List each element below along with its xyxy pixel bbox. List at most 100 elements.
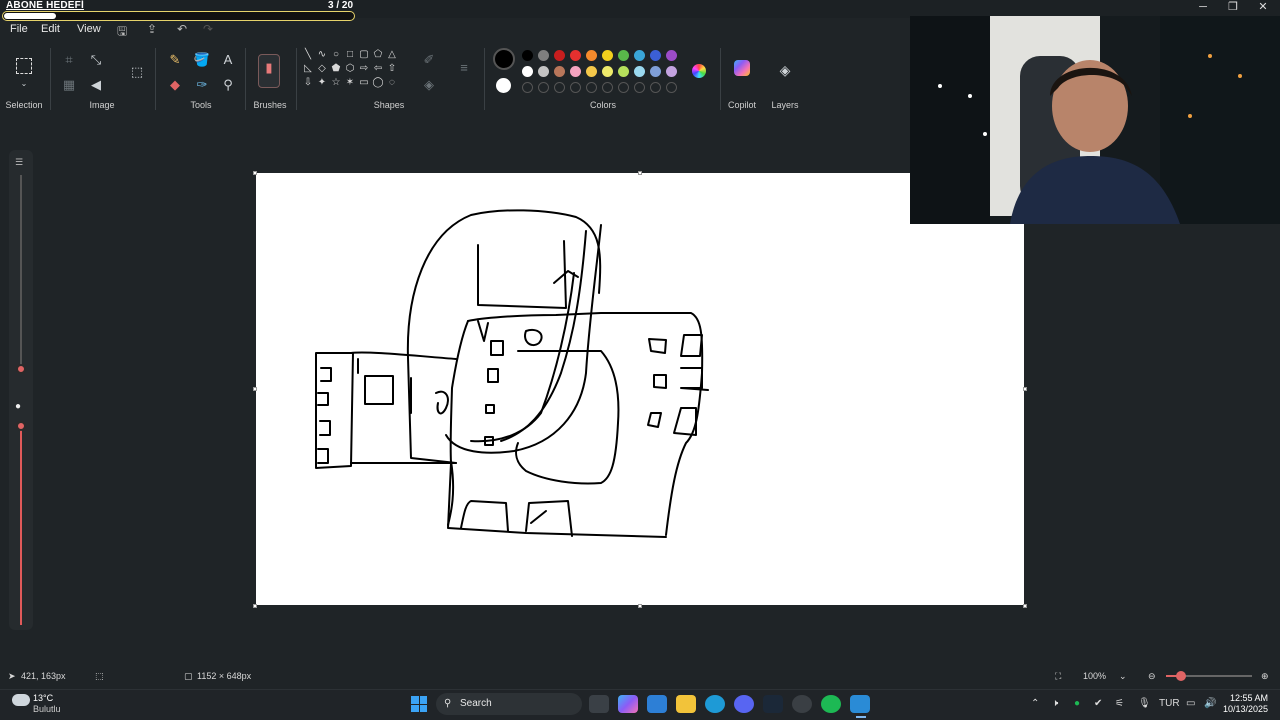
chevron-down-icon[interactable]: ⌄	[1119, 671, 1127, 682]
display-icon[interactable]: ▭	[1186, 698, 1195, 709]
opacity-slider-track[interactable]	[20, 425, 22, 625]
task-view-icon[interactable]	[589, 695, 609, 713]
polygon-shape-icon[interactable]: ⬠	[371, 49, 385, 60]
edge-icon[interactable]	[705, 695, 725, 713]
shape-fill-icon[interactable]: ◈	[420, 77, 438, 93]
secondary-color-swatch[interactable]	[496, 78, 511, 93]
canvas-handle[interactable]	[638, 171, 642, 175]
custom-color-slot[interactable]	[538, 82, 549, 93]
taskbar-search[interactable]	[436, 693, 582, 715]
oval-shape-icon[interactable]: ○	[329, 49, 343, 60]
color-swatch[interactable]	[570, 66, 581, 77]
clock-time[interactable]: 12:55 AM	[1228, 693, 1268, 703]
color-swatch[interactable]	[570, 50, 581, 61]
menu-file[interactable]: File	[10, 23, 28, 35]
color-swatch[interactable]	[538, 50, 549, 61]
outline-icon[interactable]: ✐	[420, 52, 438, 68]
weather-temp[interactable]: 13°C	[33, 693, 53, 703]
app-icon[interactable]	[792, 695, 812, 713]
line-shape-icon[interactable]: ╲	[301, 49, 315, 60]
zoom-out-icon[interactable]: ⊖	[1148, 671, 1156, 682]
close-button[interactable]: ✕	[1248, 0, 1278, 14]
spotify-tray-icon[interactable]: ●	[1074, 698, 1080, 709]
microphone-icon[interactable]: 🎙	[1138, 698, 1151, 709]
color-swatch[interactable]	[634, 66, 645, 77]
fit-window-icon[interactable]: ⛶	[1055, 671, 1061, 682]
color-swatch[interactable]	[586, 50, 597, 61]
canvas-handle[interactable]	[253, 171, 257, 175]
diamond-shape-icon[interactable]: ◇	[315, 63, 329, 74]
copilot-icon[interactable]	[734, 60, 750, 76]
custom-color-slot[interactable]	[650, 82, 661, 93]
color-swatch[interactable]	[522, 50, 533, 61]
color-swatch[interactable]	[538, 66, 549, 77]
size-slider-track[interactable]	[20, 175, 22, 370]
arrow-down-shape-icon[interactable]: ⇩	[301, 77, 315, 88]
speaker-icon[interactable]: 🕨	[1052, 698, 1058, 709]
chevron-down-icon[interactable]: ⌄	[15, 76, 33, 92]
custom-color-slot[interactable]	[634, 82, 645, 93]
callout-cloud-shape-icon[interactable]: ◌	[385, 77, 399, 88]
color-swatch[interactable]	[602, 66, 613, 77]
custom-color-slot[interactable]	[618, 82, 629, 93]
menu-edit[interactable]: Edit	[41, 23, 60, 35]
discord-icon[interactable]	[734, 695, 754, 713]
custom-color-slot[interactable]	[570, 82, 581, 93]
undo-icon[interactable]: ↶	[177, 22, 187, 36]
custom-color-slot[interactable]	[522, 82, 533, 93]
start-icon[interactable]	[411, 696, 427, 712]
paint-icon[interactable]	[850, 695, 870, 713]
custom-color-slot[interactable]	[666, 82, 677, 93]
color-swatch[interactable]	[586, 66, 597, 77]
custom-color-slot[interactable]	[602, 82, 613, 93]
maximize-button[interactable]: ❐	[1218, 0, 1248, 14]
rounded-rect-shape-icon[interactable]: ▢	[357, 49, 371, 60]
canvas-handle[interactable]	[638, 604, 642, 608]
arrow-up-shape-icon[interactable]: ⇧	[385, 63, 399, 74]
redo-icon[interactable]: ↷	[203, 22, 213, 36]
minimize-button[interactable]: ─	[1188, 0, 1218, 14]
callout-rect-shape-icon[interactable]: ▭	[357, 77, 371, 88]
zoom-level[interactable]: 100%	[1083, 671, 1106, 681]
fill-icon[interactable]: 🪣	[193, 52, 211, 68]
layers-icon[interactable]: ◈	[776, 62, 794, 78]
pentagon-shape-icon[interactable]: ⬟	[329, 63, 343, 74]
size-slider-thumb[interactable]	[16, 364, 26, 374]
color-swatch[interactable]	[554, 66, 565, 77]
color-swatch[interactable]	[602, 50, 613, 61]
check-icon[interactable]: ✔	[1094, 698, 1102, 709]
text-icon[interactable]: A	[219, 52, 237, 68]
star6-shape-icon[interactable]: ✶	[343, 77, 357, 88]
save-icon[interactable]: 🖫	[117, 22, 127, 43]
chevron-up-icon[interactable]: ⌃	[1031, 698, 1039, 709]
arrow-left-shape-icon[interactable]: ⇦	[371, 63, 385, 74]
hexagon-shape-icon[interactable]: ⬡	[343, 63, 357, 74]
image-settings-icon[interactable]: ▦	[60, 77, 78, 93]
triangle-shape-icon[interactable]: △	[385, 49, 399, 60]
star5-shape-icon[interactable]: ☆	[329, 77, 343, 88]
eraser-icon[interactable]: ◆	[166, 77, 184, 93]
color-swatch[interactable]	[618, 50, 629, 61]
magnifier-icon[interactable]: ⚲	[219, 77, 237, 93]
custom-color-slot[interactable]	[586, 82, 597, 93]
color-swatch[interactable]	[634, 50, 645, 61]
steam-icon[interactable]	[763, 695, 783, 713]
color-swatch[interactable]	[522, 66, 533, 77]
color-swatch[interactable]	[650, 66, 661, 77]
size-icon[interactable]: ≡	[455, 60, 473, 76]
share-icon[interactable]: ⇪	[147, 22, 157, 36]
crop-icon[interactable]: ⌗	[60, 52, 78, 68]
curve-shape-icon[interactable]: ∿	[315, 49, 329, 60]
network-icon[interactable]: ⚟	[1115, 698, 1124, 709]
canvas-handle[interactable]	[253, 387, 257, 391]
store-icon[interactable]	[647, 695, 667, 713]
arrow-right-shape-icon[interactable]: ⇨	[357, 63, 371, 74]
weather-desc[interactable]: Bulutlu	[33, 704, 61, 714]
custom-color-slot[interactable]	[554, 82, 565, 93]
right-triangle-shape-icon[interactable]: ◺	[301, 63, 315, 74]
image-select-icon[interactable]: ⬚	[128, 64, 146, 80]
color-swatch[interactable]	[666, 50, 677, 61]
color-swatch[interactable]	[666, 66, 677, 77]
color-swatch[interactable]	[618, 66, 629, 77]
primary-color-swatch[interactable]	[493, 48, 515, 70]
